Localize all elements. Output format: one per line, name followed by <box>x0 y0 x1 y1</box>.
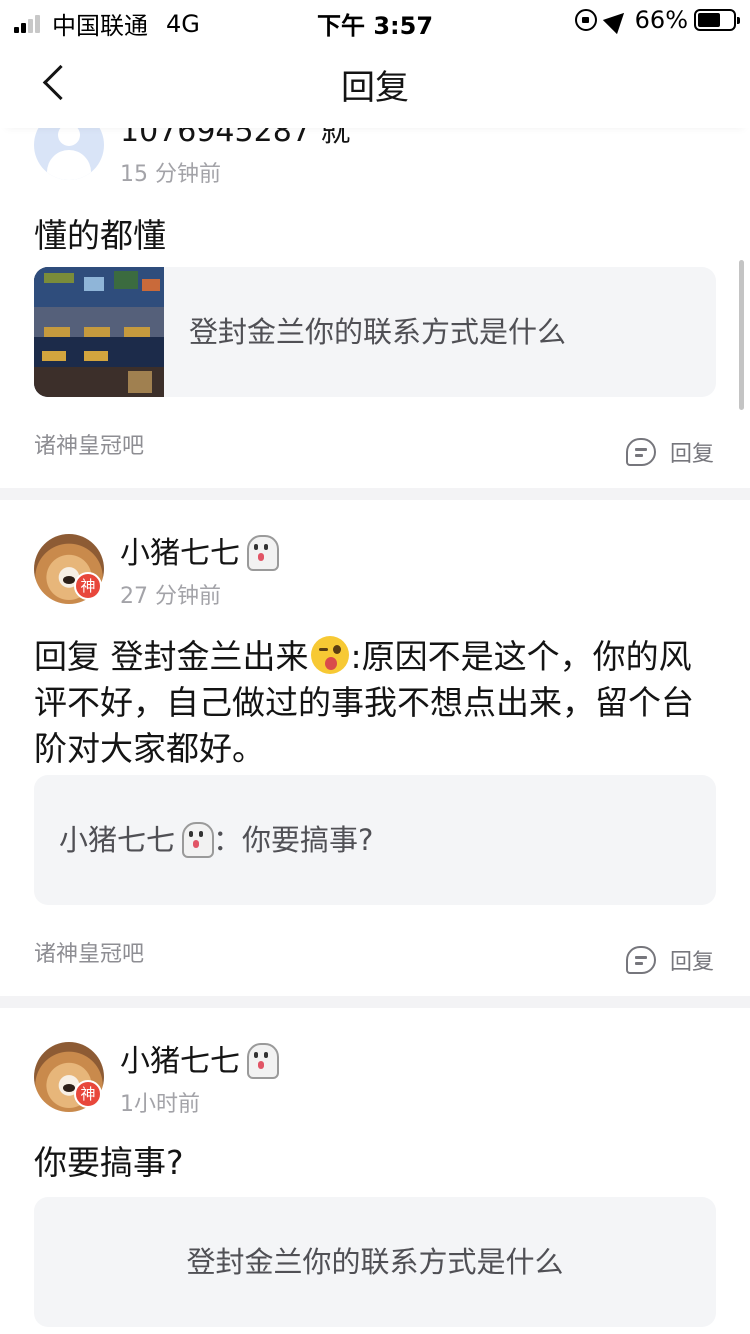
quoted-text: 小猪七七 ：你要搞事? <box>59 775 696 905</box>
divider <box>0 996 750 1008</box>
post-card: 神 小猪七七 1小时前 你要搞事? 登封金兰你的联系方式是什么 <box>0 1008 750 1334</box>
post-content: 回复 登封金兰出来:原因不是这个，你的风评不好，自己做过的事我不想点出来，留个台… <box>34 634 714 772</box>
post-card: 神 小猪七七 27 分钟前 回复 登封金兰出来:原因不是这个，你的风评不好，自己… <box>0 500 750 996</box>
username[interactable]: 1076945287 就 <box>120 128 350 150</box>
forum-name[interactable]: 诸神皇冠吧 <box>34 428 144 460</box>
quoted-post[interactable]: 小猪七七 ：你要搞事? <box>34 775 716 905</box>
post-content-prefix: 回复 登封金兰出来 <box>34 637 309 676</box>
post-time: 27 分钟前 <box>120 584 221 609</box>
thumbnail-image <box>34 267 164 397</box>
page-title: 回复 <box>341 68 409 108</box>
post-content: 你要搞事? <box>34 1143 184 1182</box>
username[interactable]: 小猪七七 <box>120 1036 279 1080</box>
comment-icon <box>625 438 656 466</box>
quote-body: 你要搞事? <box>242 823 374 857</box>
location-icon <box>602 5 631 35</box>
ghost-emoji <box>179 820 215 858</box>
username-text: 小猪七七 <box>120 536 240 571</box>
quoted-text: 登封金兰你的联系方式是什么 <box>189 315 567 349</box>
quoted-post[interactable]: 登封金兰你的联系方式是什么 <box>34 1197 716 1327</box>
username-text: 小猪七七 <box>120 1044 240 1079</box>
quoted-post[interactable]: 登封金兰你的联系方式是什么 <box>34 267 716 397</box>
rank-badge: 神 <box>74 1080 102 1108</box>
signal-icon <box>14 14 42 33</box>
network-label: 4G <box>166 9 200 38</box>
username[interactable]: 小猪七七 <box>120 528 279 572</box>
post-time: 15 分钟前 <box>120 162 221 187</box>
comment-icon <box>625 946 656 974</box>
scrollbar[interactable] <box>739 260 744 410</box>
divider <box>0 488 750 500</box>
ghost-emoji <box>244 1041 279 1079</box>
quote-separator: ： <box>213 823 243 857</box>
nav-bar: 回复 <box>0 40 750 128</box>
winking-tongue-emoji <box>310 636 349 674</box>
battery-percent: 66% <box>634 6 688 34</box>
ghost-emoji <box>244 533 279 571</box>
reply-label: 回复 <box>669 442 714 467</box>
post-time: 1小时前 <box>120 1092 200 1117</box>
rank-badge: 神 <box>74 572 102 600</box>
reply-label: 回复 <box>669 950 714 975</box>
reply-button[interactable]: 回复 <box>625 944 714 976</box>
avatar[interactable] <box>34 128 104 180</box>
reply-feed: 1076945287 就 15 分钟前 懂的都懂 登封金兰你的联系方式是什么 诸… <box>0 128 750 1334</box>
quote-author: 小猪七七 <box>59 823 176 857</box>
forum-name[interactable]: 诸神皇冠吧 <box>34 936 144 968</box>
post-content: 懂的都懂 <box>34 216 166 255</box>
carrier-label: 中国联通 <box>52 12 148 40</box>
status-bar: 中国联通 4G 下午 3:57 66% <box>0 0 750 40</box>
rotation-lock-icon <box>574 9 597 31</box>
reply-button[interactable]: 回复 <box>625 436 714 468</box>
post-card: 1076945287 就 15 分钟前 懂的都懂 登封金兰你的联系方式是什么 诸… <box>0 128 750 488</box>
battery-icon <box>694 9 740 31</box>
quoted-text: 登封金兰你的联系方式是什么 <box>186 1245 564 1279</box>
